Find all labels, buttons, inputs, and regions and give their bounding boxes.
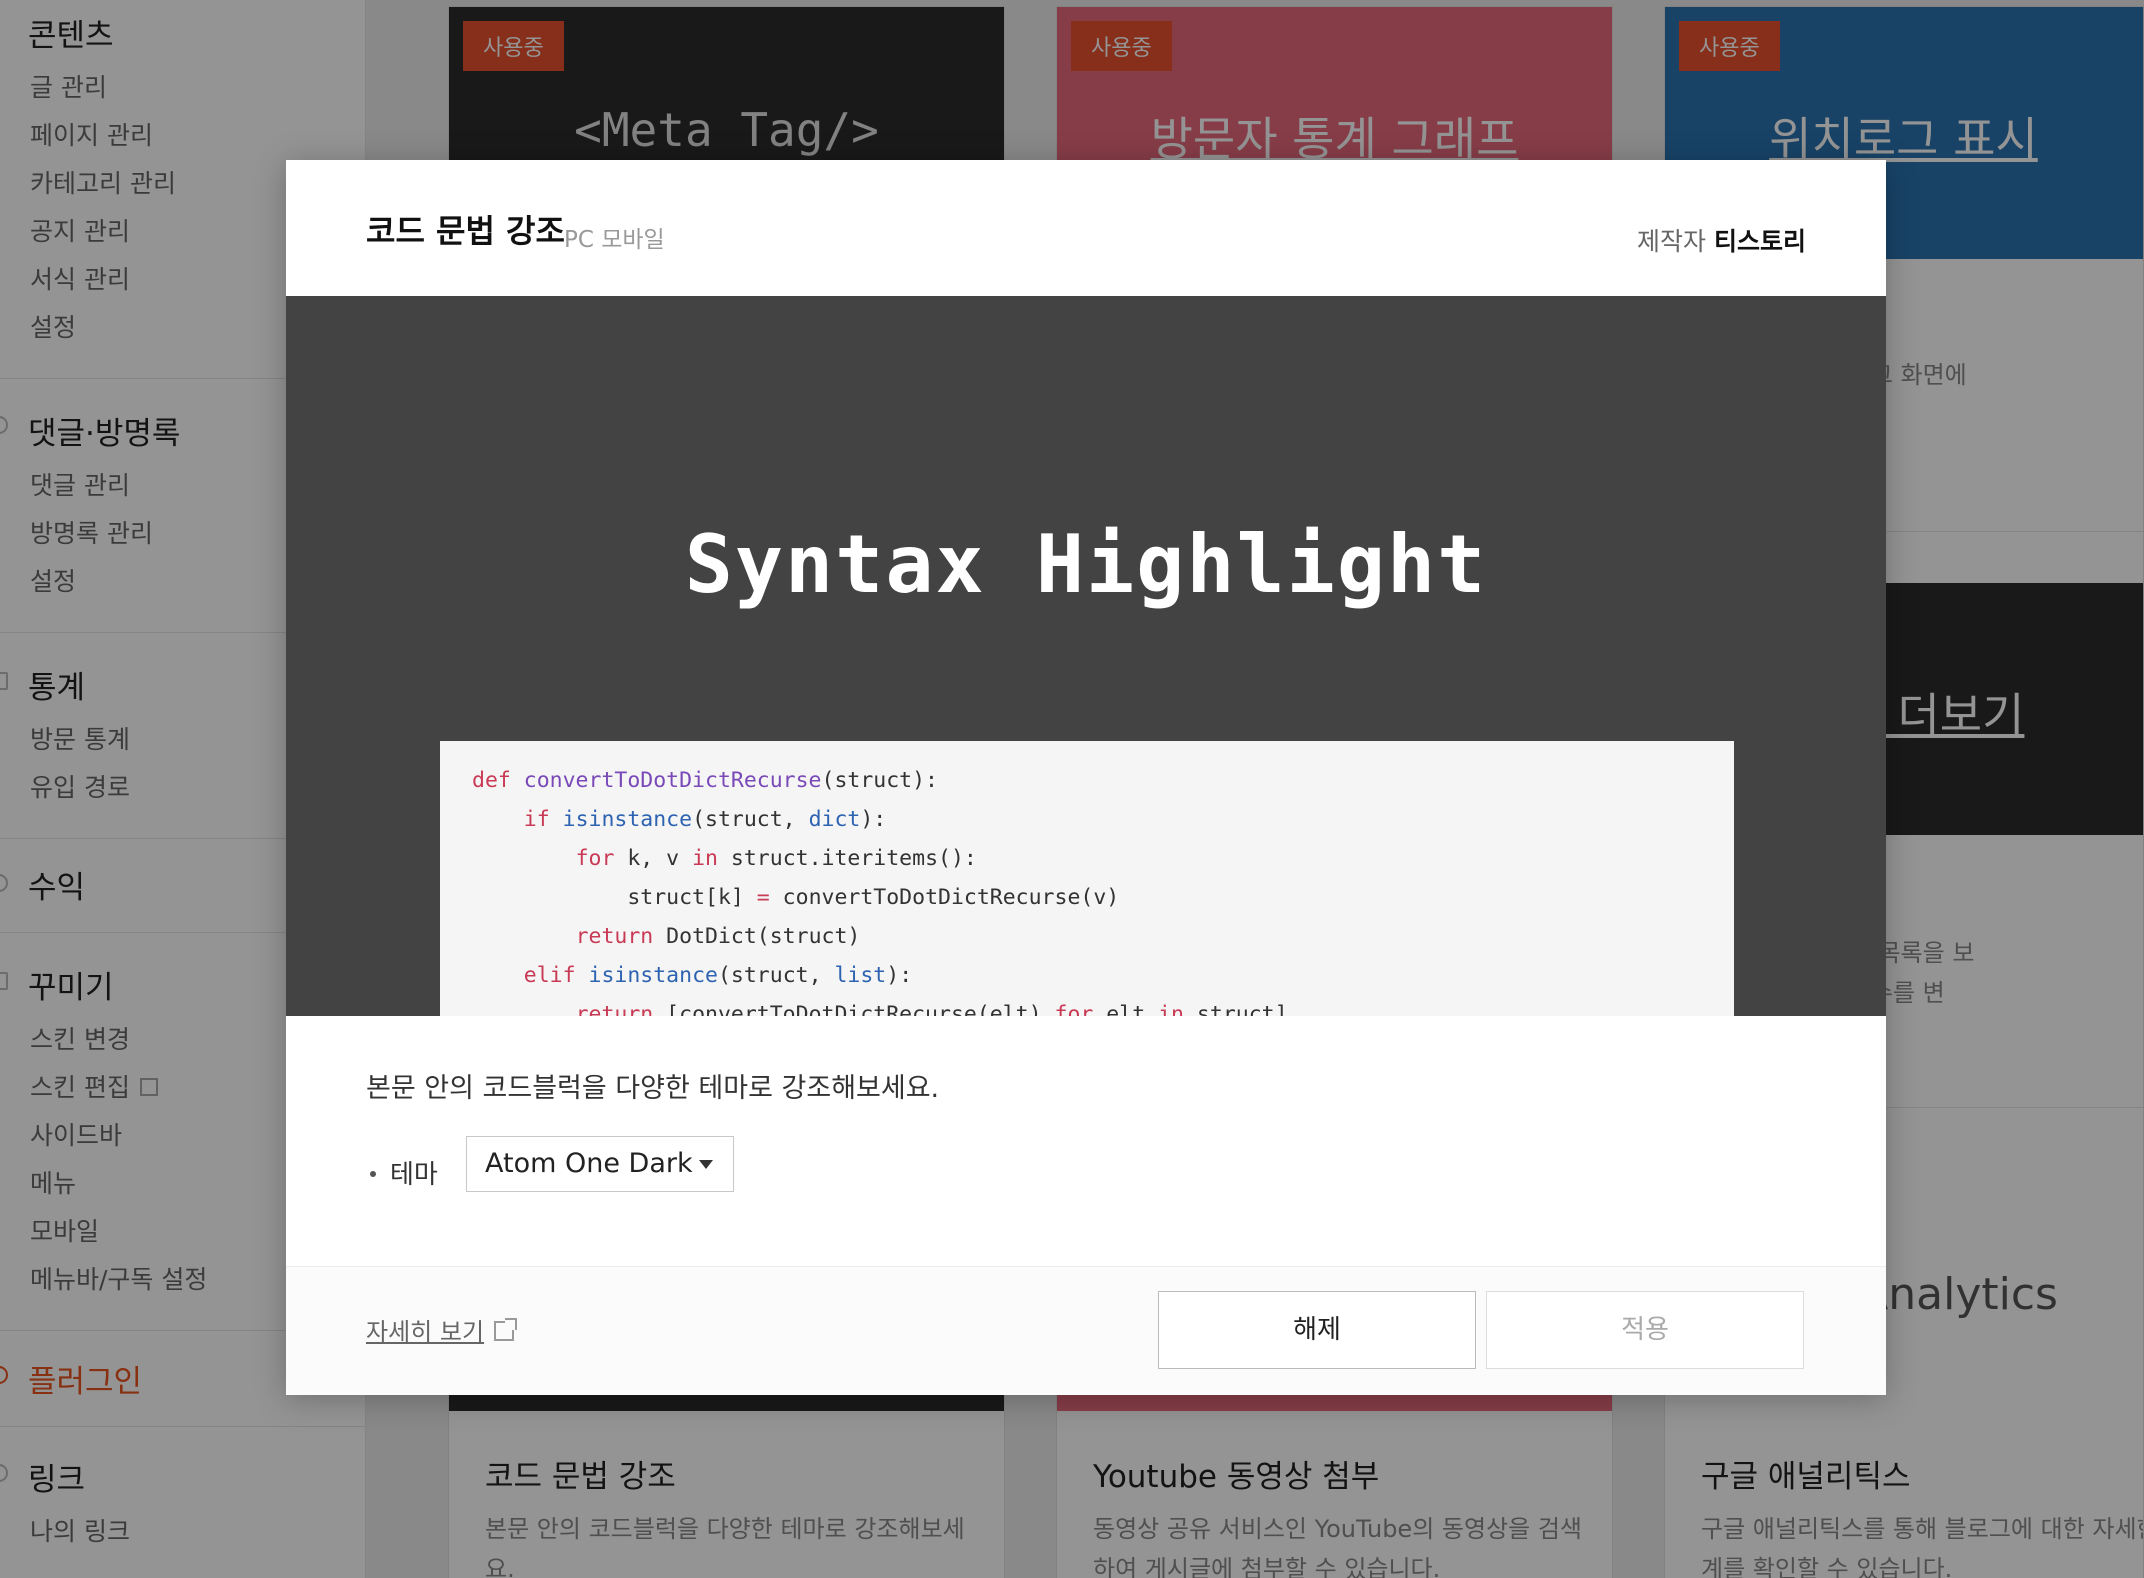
code-token: in xyxy=(1158,1002,1184,1016)
code-token: [convertToDotDictRecurse(elt) xyxy=(653,1002,1055,1016)
code-token: def xyxy=(472,768,524,793)
code-token: = xyxy=(756,885,770,910)
code-token: if xyxy=(523,807,563,832)
code-token: ): xyxy=(860,807,887,832)
theme-label: 테마 xyxy=(390,1160,438,1190)
bullet-icon xyxy=(370,1171,376,1177)
code-token: isinstance xyxy=(562,807,693,832)
code-token: struct.iteritems(): xyxy=(717,846,977,871)
modal-header: 코드 문법 강조 PC 모바일 제작자 티스토리 xyxy=(286,160,1886,296)
code-line: return [convertToDotDictRecurse(elt) for… xyxy=(472,995,1702,1016)
plugin-description: 본문 안의 코드블럭을 다양한 테마로 강조해보세요. xyxy=(366,1073,940,1104)
code-token: return xyxy=(575,1002,654,1016)
modal-body: 본문 안의 코드블럭을 다양한 테마로 강조해보세요. 테마 Atom One … xyxy=(286,1016,1886,1266)
code-token: ): xyxy=(886,963,913,988)
code-token: DotDict(struct) xyxy=(653,924,861,949)
code-token: in xyxy=(692,846,718,871)
release-button[interactable]: 해제 xyxy=(1158,1291,1476,1369)
code-token: struct[k] xyxy=(472,885,757,910)
code-token: k, v xyxy=(614,846,693,871)
code-line: def convertToDotDictRecurse(struct): xyxy=(472,761,1702,800)
modal-author: 제작자 티스토리 xyxy=(1637,222,1806,258)
code-line: struct[k] = convertToDotDictRecurse(v) xyxy=(472,878,1702,917)
external-link-icon xyxy=(494,1318,518,1341)
theme-select[interactable]: Atom One Dark xyxy=(466,1136,734,1192)
code-line: for k, v in struct.iteritems(): xyxy=(472,839,1702,878)
apply-button[interactable]: 적용 xyxy=(1486,1291,1804,1369)
caret-down-icon xyxy=(699,1160,713,1169)
modal-preview: Syntax Highlight def convertToDotDictRec… xyxy=(286,296,1886,1016)
code-token: isinstance xyxy=(588,963,718,988)
code-token: dict xyxy=(808,807,861,832)
code-token: (struct, xyxy=(692,807,809,832)
code-line: elif isinstance(struct, list): xyxy=(472,956,1702,995)
code-token: convertToDotDictRecurse xyxy=(523,768,822,793)
code-token: convertToDotDictRecurse(v) xyxy=(769,885,1120,910)
more-info-link[interactable]: 자세히 보기 xyxy=(366,1312,518,1347)
code-line: return DotDict(struct) xyxy=(472,917,1702,956)
modal-title: 코드 문법 강조 xyxy=(366,212,565,250)
modal-footer: 자세히 보기 해제 적용 xyxy=(286,1266,1886,1395)
preview-title: Syntax Highlight xyxy=(684,518,1488,611)
theme-select-value: Atom One Dark xyxy=(485,1148,693,1179)
code-token: list xyxy=(834,963,887,988)
code-line: if isinstance(struct, dict): xyxy=(472,800,1702,839)
more-info-label: 자세히 보기 xyxy=(366,1318,485,1346)
code-token: elif xyxy=(523,963,589,988)
code-token: struct] xyxy=(1183,1002,1288,1016)
code-token: for xyxy=(575,846,615,871)
code-token: elt xyxy=(1093,1002,1159,1016)
modal-platform: PC 모바일 xyxy=(564,227,665,253)
code-token: return xyxy=(575,924,654,949)
code-token: for xyxy=(1054,1002,1094,1016)
code-token: (struct): xyxy=(821,768,939,793)
author-name: 티스토리 xyxy=(1713,227,1806,256)
code-token: (struct, xyxy=(717,963,835,988)
plugin-detail-modal: 코드 문법 강조 PC 모바일 제작자 티스토리 Syntax Highlight… xyxy=(286,160,1886,1395)
code-sample: def convertToDotDictRecurse(struct): if … xyxy=(440,741,1734,1016)
author-label: 제작자 xyxy=(1636,227,1706,256)
